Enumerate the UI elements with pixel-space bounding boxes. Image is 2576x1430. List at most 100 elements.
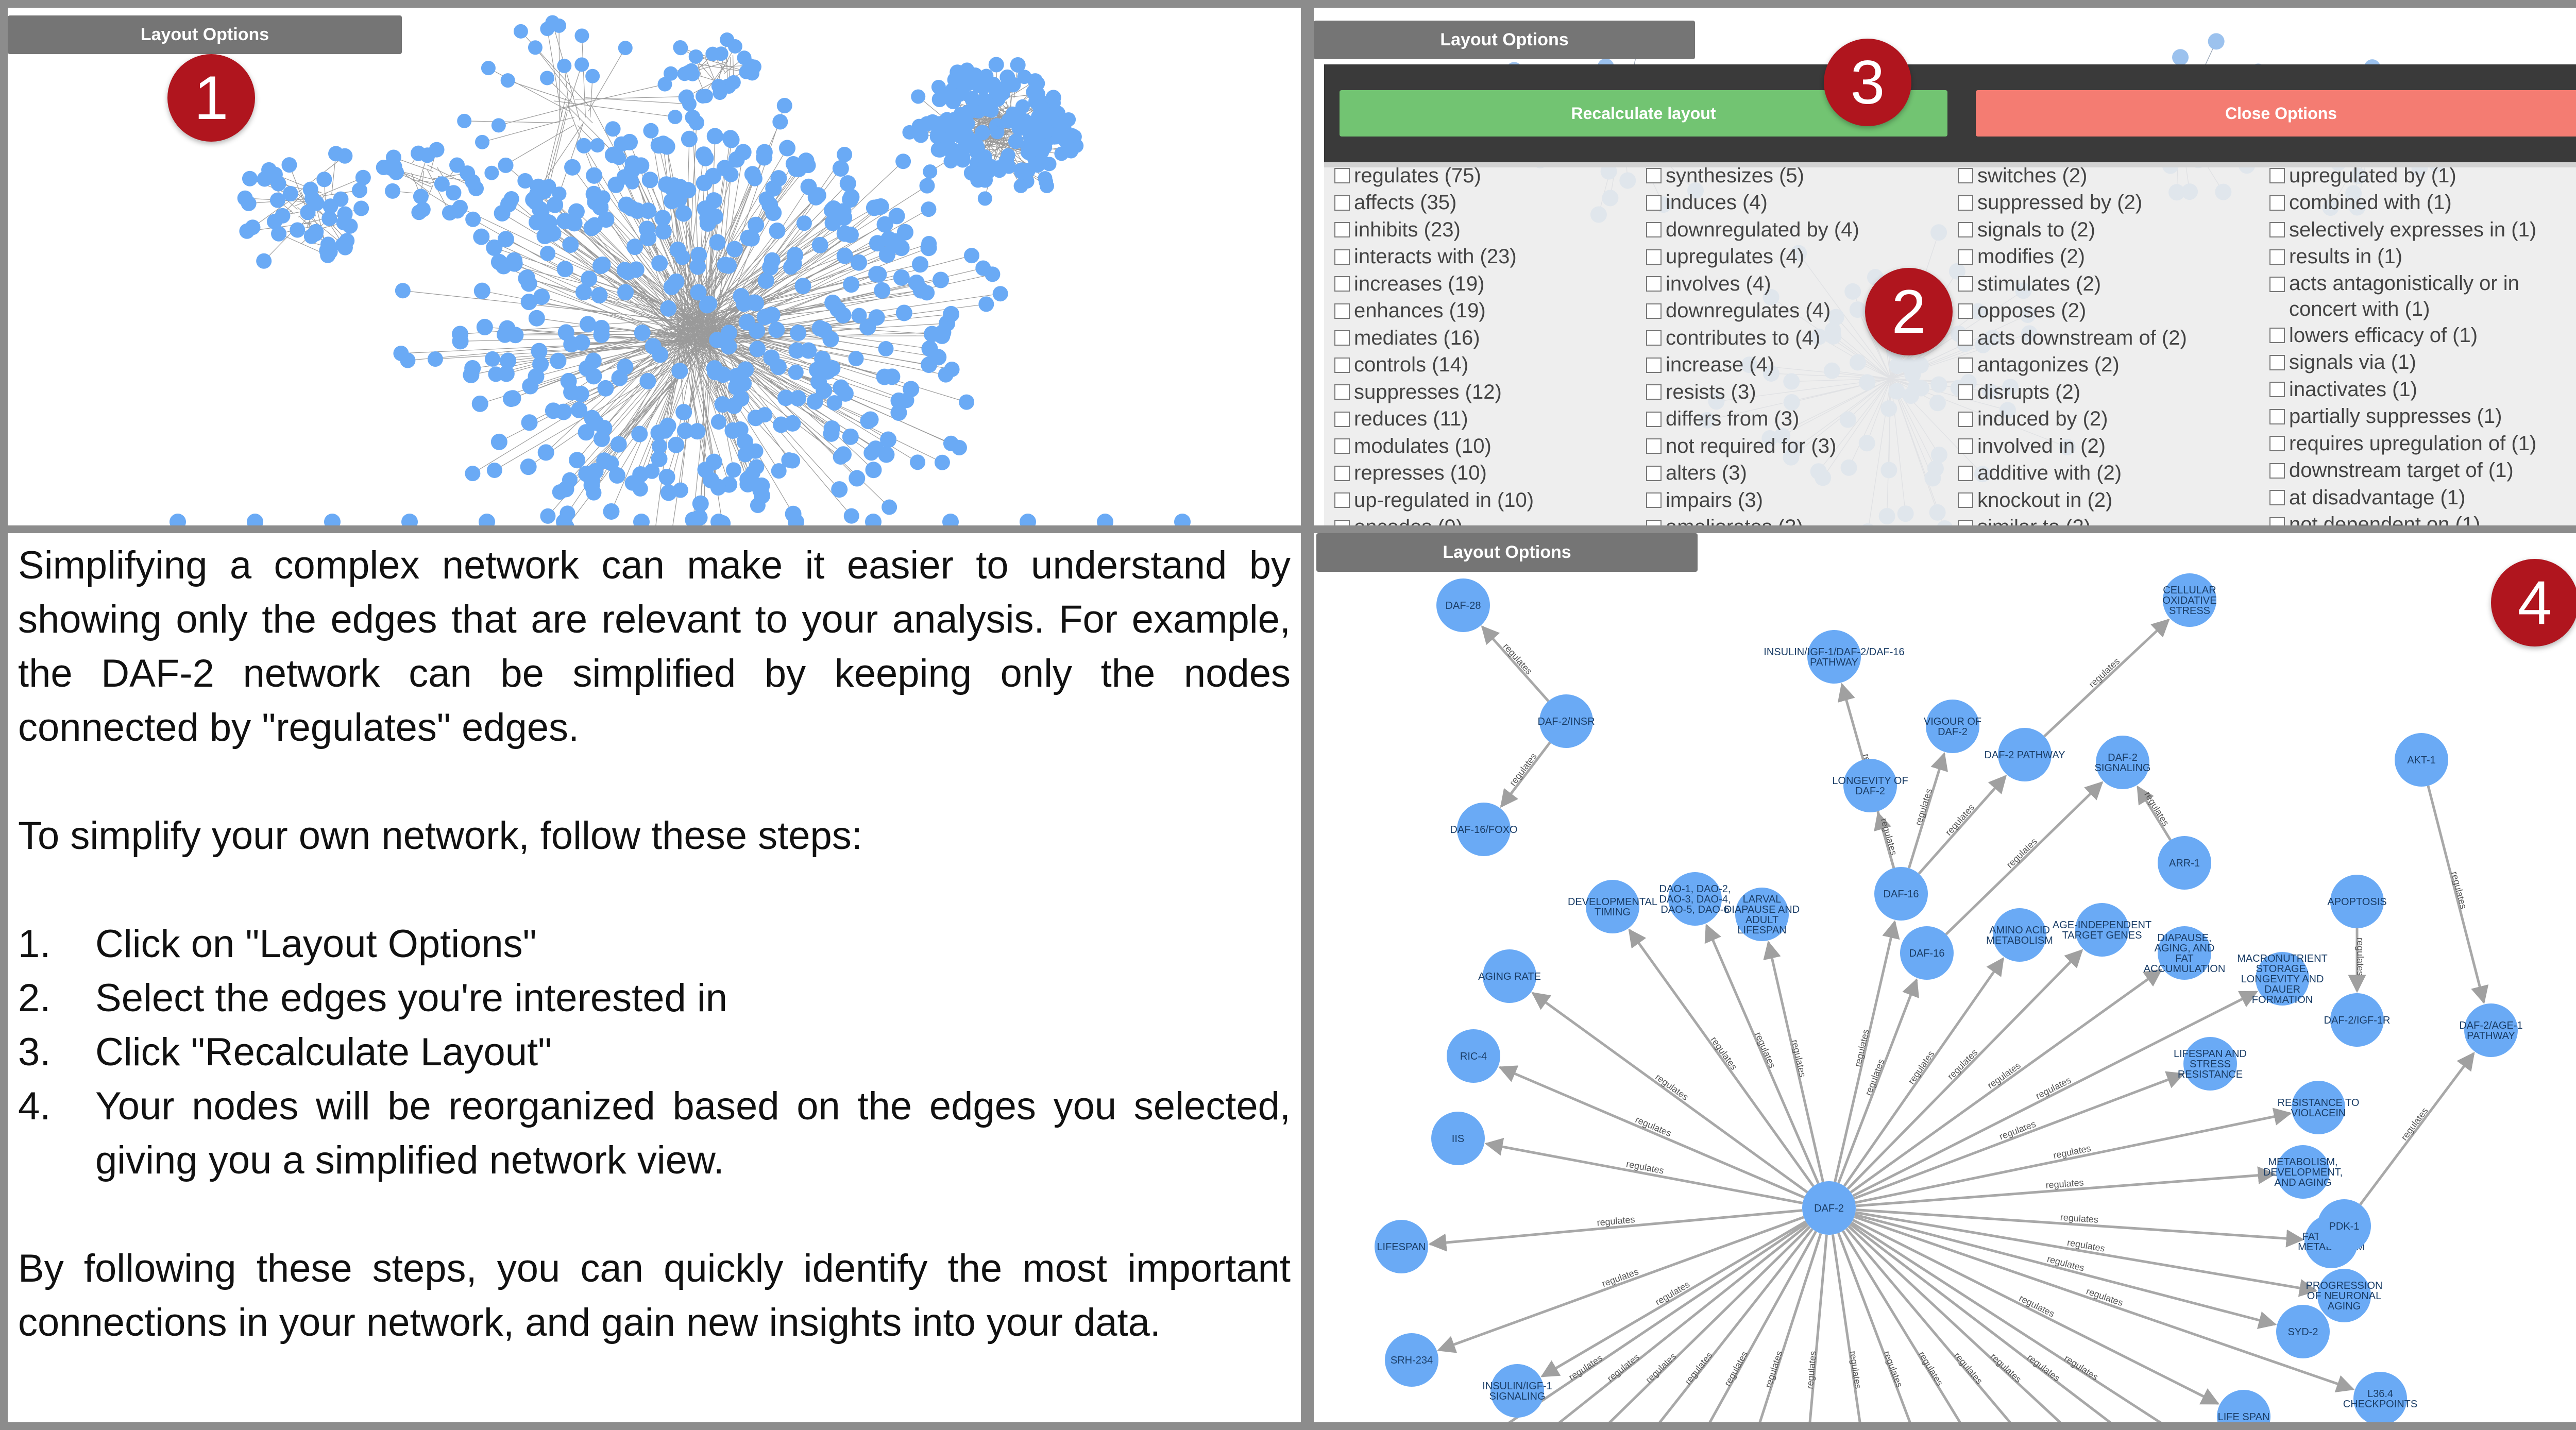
checkbox[interactable]	[2269, 222, 2285, 238]
network-node[interactable]	[699, 209, 716, 226]
network-node[interactable]	[335, 236, 351, 252]
network-node[interactable]	[242, 171, 258, 186]
network-node[interactable]	[323, 198, 338, 214]
checkbox[interactable]	[2269, 328, 2285, 344]
network-node[interactable]	[783, 259, 799, 275]
edge-type-option[interactable]: controls (14)	[1334, 352, 1643, 379]
network-node[interactable]: DAF-2	[1802, 1181, 1856, 1235]
network-node[interactable]	[574, 28, 589, 43]
network-node[interactable]	[720, 325, 737, 342]
checkbox[interactable]	[1958, 168, 1973, 184]
network-node[interactable]	[634, 324, 651, 341]
network-node[interactable]	[486, 462, 502, 478]
network-node[interactable]	[261, 162, 277, 178]
network-node[interactable]	[1020, 140, 1036, 156]
network-node[interactable]	[975, 163, 991, 179]
network-node[interactable]	[594, 257, 611, 274]
network-node[interactable]	[591, 287, 608, 304]
network-node[interactable]	[457, 113, 472, 128]
network-node[interactable]	[874, 282, 891, 299]
network-node[interactable]	[911, 89, 926, 104]
edge-type-option[interactable]: at disadvantage (1)	[2269, 484, 2576, 512]
network-node[interactable]	[837, 147, 853, 163]
checkbox[interactable]	[1334, 411, 1350, 427]
network-node[interactable]	[479, 514, 495, 525]
checkbox[interactable]	[1646, 492, 1662, 508]
network-node[interactable]	[851, 308, 867, 324]
checkbox[interactable]	[2269, 382, 2285, 398]
checkbox[interactable]	[1958, 195, 1973, 211]
network-node[interactable]	[400, 352, 416, 368]
network-node[interactable]	[1058, 132, 1074, 148]
network-node[interactable]	[650, 424, 667, 441]
network-node[interactable]	[484, 165, 499, 180]
network-node[interactable]	[590, 138, 605, 153]
network-node[interactable]: DAF-16	[1900, 926, 1954, 980]
network-node[interactable]	[528, 368, 545, 385]
network-node[interactable]: SYD-2	[2276, 1305, 2330, 1358]
network-node[interactable]	[672, 482, 688, 498]
layout-options-button[interactable]: Layout Options	[1314, 21, 1695, 59]
network-node[interactable]	[850, 254, 867, 271]
edge-type-option[interactable]: regulates (75)	[1334, 162, 1643, 190]
network-node[interactable]	[749, 341, 766, 358]
checkbox[interactable]	[1646, 276, 1662, 292]
network-node[interactable]	[924, 326, 941, 343]
network-node[interactable]	[675, 205, 692, 222]
network-node[interactable]	[658, 176, 675, 193]
network-node[interactable]: PDK-1	[2317, 1199, 2371, 1253]
network-node[interactable]	[575, 284, 592, 301]
checkbox[interactable]	[1334, 465, 1350, 481]
network-node[interactable]	[616, 262, 633, 279]
network-node[interactable]	[562, 236, 579, 253]
network-node[interactable]	[671, 363, 688, 380]
edge-type-option[interactable]: downstream target of (1)	[2269, 457, 2576, 485]
network-node[interactable]	[785, 156, 801, 172]
network-node[interactable]	[269, 192, 285, 208]
network-node[interactable]	[893, 269, 910, 286]
network-node[interactable]	[490, 253, 507, 270]
network-node[interactable]	[963, 248, 979, 264]
network-node[interactable]	[644, 463, 660, 479]
edge-type-option[interactable]: not dependent on (1)	[2269, 512, 2576, 525]
network-node[interactable]	[998, 153, 1014, 169]
edge-type-option[interactable]: acts antagonistically or in concert with…	[2269, 270, 2576, 322]
network-node[interactable]	[618, 41, 633, 56]
edge-type-option[interactable]: lowers efficacy of (1)	[2269, 322, 2576, 349]
network-node[interactable]	[895, 154, 911, 169]
network-node[interactable]	[671, 192, 687, 208]
edge-type-option[interactable]: stimulates (2)	[1958, 270, 2267, 298]
network-node[interactable]	[638, 220, 655, 237]
network-node[interactable]	[624, 155, 641, 172]
network-node[interactable]: L36.4CHECKPOINTS	[2343, 1372, 2417, 1422]
network-node[interactable]	[520, 275, 537, 292]
edge-type-option[interactable]: induces (4)	[1646, 190, 1955, 217]
network-node[interactable]	[988, 57, 1004, 73]
network-node[interactable]	[499, 320, 516, 337]
network-node[interactable]	[652, 438, 668, 454]
network-node[interactable]	[833, 449, 849, 465]
network-node[interactable]	[997, 110, 998, 111]
network-node[interactable]	[645, 338, 662, 355]
edge-type-option[interactable]: impairs (3)	[1646, 487, 1955, 514]
checkbox[interactable]	[2269, 436, 2285, 452]
network-node[interactable]	[1033, 144, 1049, 160]
network-node[interactable]	[678, 90, 693, 105]
network-node[interactable]	[1002, 125, 1003, 127]
network-node[interactable]	[309, 195, 325, 211]
network-node[interactable]	[612, 150, 626, 165]
network-node[interactable]	[552, 484, 568, 500]
network-node[interactable]	[942, 514, 959, 525]
network-node[interactable]: VIGOUR OFDAF-2	[1924, 700, 1981, 753]
checkbox[interactable]	[1334, 330, 1350, 346]
edge-type-option[interactable]: up-regulated in (10)	[1334, 487, 1643, 514]
network-node[interactable]	[748, 443, 764, 459]
edge-type-option[interactable]: inhibits (23)	[1334, 216, 1643, 244]
network-node[interactable]	[800, 342, 817, 359]
network-node[interactable]	[709, 234, 726, 251]
network-node[interactable]	[882, 499, 897, 515]
edge-type-option[interactable]: inactivates (1)	[2269, 376, 2576, 403]
edge-type-option[interactable]: synthesizes (5)	[1646, 162, 1955, 190]
network-node[interactable]	[688, 49, 703, 64]
network-node[interactable]: CELLULAROXIDATIVESTRESS	[2162, 573, 2217, 627]
